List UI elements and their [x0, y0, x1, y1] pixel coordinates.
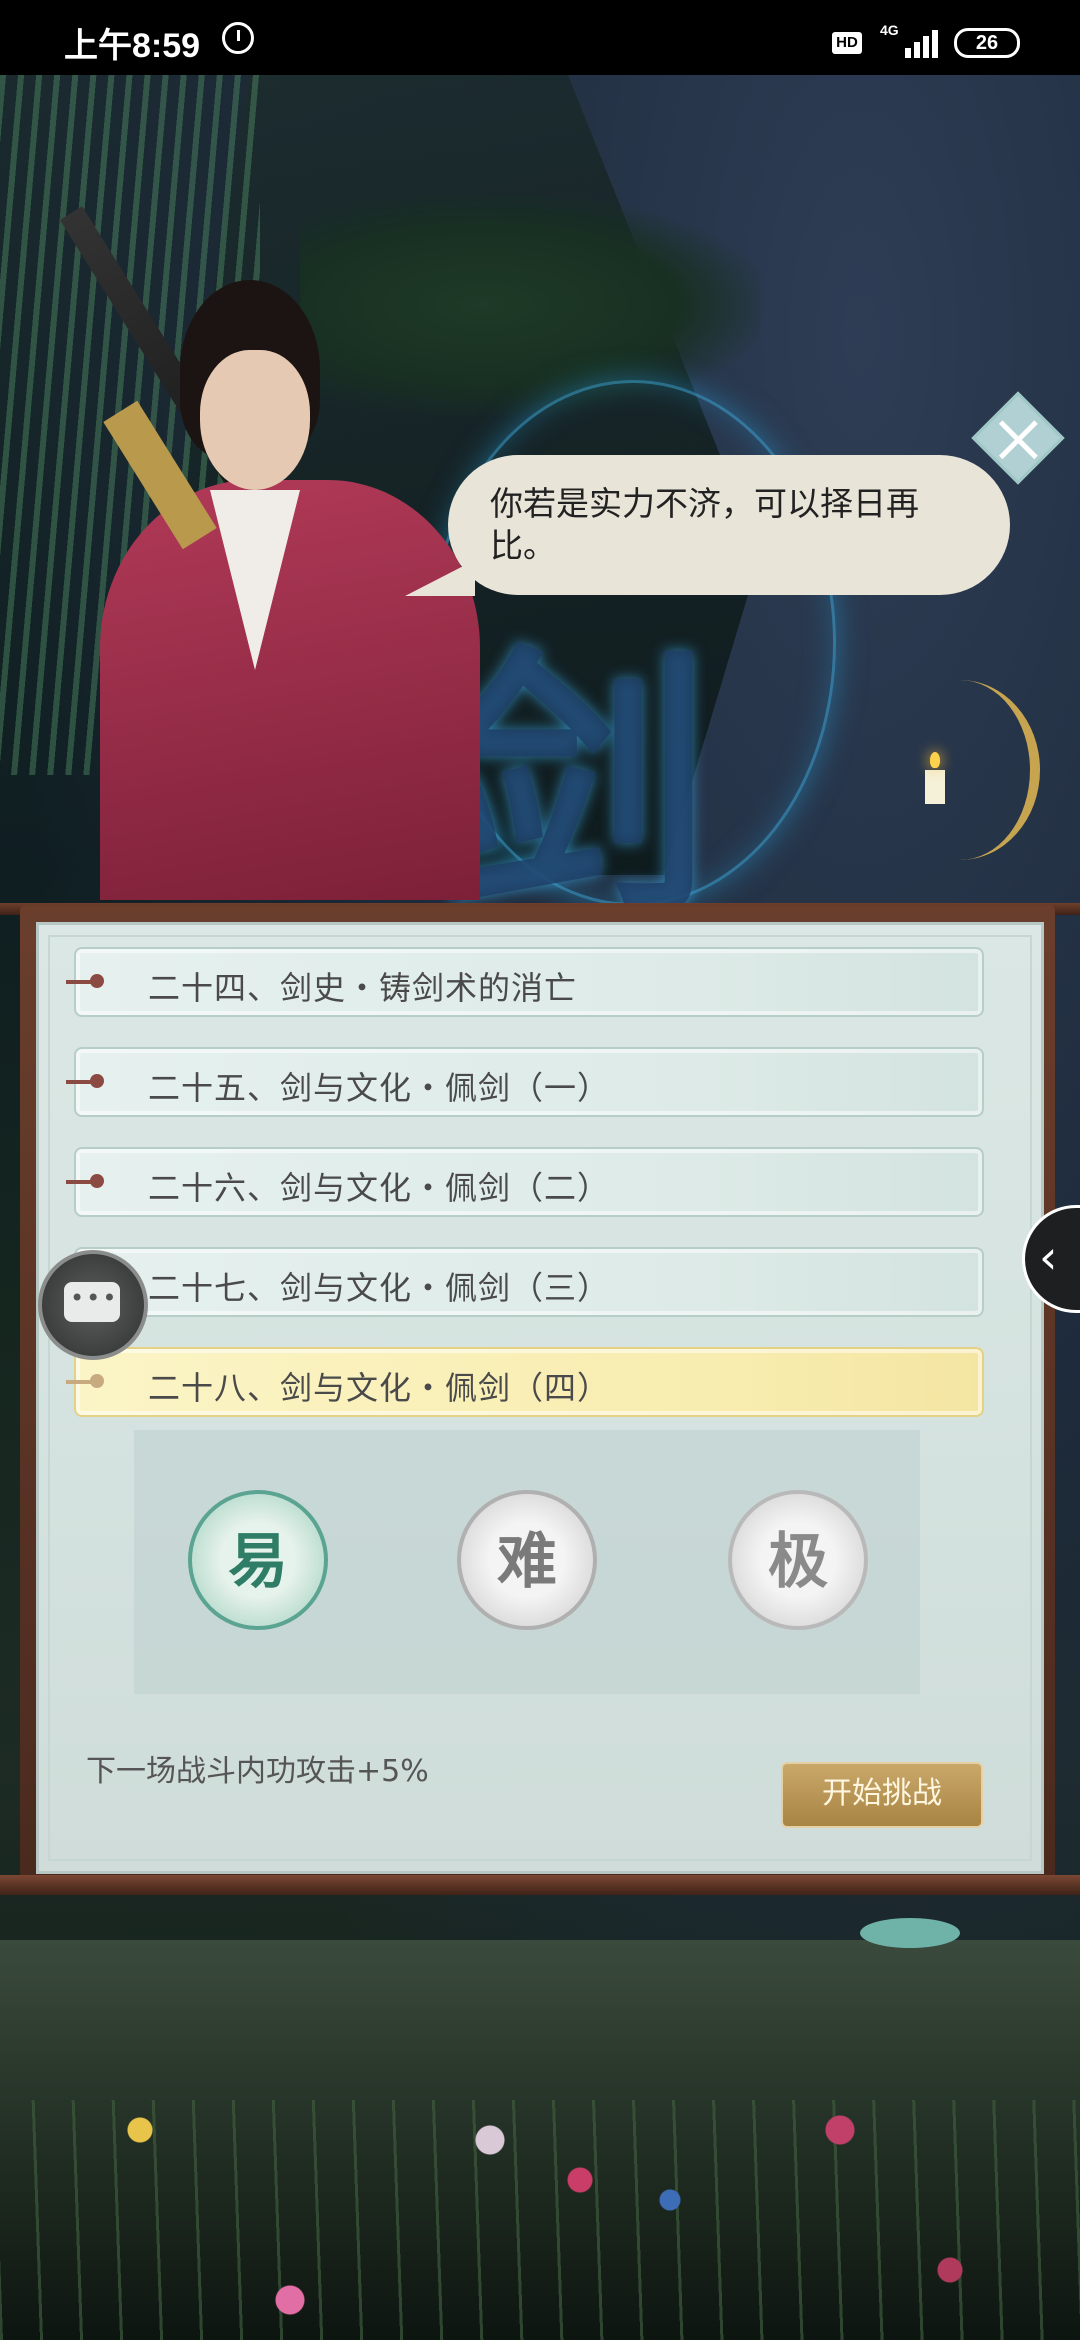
chapter-item-24[interactable]: 二十四、剑史・铸剑术的消亡 [66, 947, 984, 1017]
status-time: 上午8:59 [64, 27, 201, 65]
difficulty-hard-button[interactable]: 难 [457, 1490, 597, 1630]
start-challenge-button[interactable]: 开始挑战 [781, 1762, 983, 1828]
flower-bed [0, 2100, 1080, 2340]
chapter-pin-icon [66, 1074, 104, 1088]
chapter-pin-icon [66, 974, 104, 988]
battery-icon: 26 [954, 28, 1020, 58]
hd-badge: HD [832, 32, 862, 54]
network-type: 4G [880, 22, 899, 38]
buff-description: 下一场战斗内功攻击+5% [86, 1754, 429, 1789]
chapter-item-26[interactable]: 二十六、剑与文化・佩剑（二） [66, 1147, 984, 1217]
speech-bubble: 你若是实力不济，可以择日再比。 [448, 455, 1010, 595]
status-bar: 上午8:59 HD 4G 26 [0, 0, 1080, 75]
candle-icon [925, 752, 945, 804]
crescent-lamp-decoration [880, 680, 1040, 860]
chapter-label: 二十六、剑与文化・佩剑（二） [148, 1169, 611, 1207]
speech-text: 你若是实力不济，可以择日再比。 [490, 484, 919, 565]
chapter-pin-icon [66, 1174, 104, 1188]
npc-robe [100, 480, 480, 900]
lily-pad [860, 1918, 960, 1948]
chevron-left-icon: ‹ [1039, 1230, 1058, 1284]
chapter-item-28[interactable]: 二十八、剑与文化・佩剑（四） [66, 1347, 984, 1417]
chapter-label: 二十七、剑与文化・佩剑（三） [148, 1269, 611, 1307]
chapter-pin-icon [66, 1374, 104, 1388]
chapter-item-25[interactable]: 二十五、剑与文化・佩剑（一） [66, 1047, 984, 1117]
difficulty-easy-button[interactable]: 易 [188, 1490, 328, 1630]
npc-face [200, 350, 310, 490]
chapter-label: 二十四、剑史・铸剑术的消亡 [148, 969, 578, 1007]
chapter-item-27[interactable]: 二十七、剑与文化・佩剑（三） [66, 1247, 984, 1317]
signal-icon [905, 26, 945, 58]
chapter-label: 二十八、剑与文化・佩剑（四） [148, 1369, 611, 1407]
chat-bubble-icon [64, 1282, 120, 1322]
chapter-label: 二十五、剑与文化・佩剑（一） [148, 1069, 611, 1107]
alarm-icon [222, 22, 254, 54]
panel-bottom-rail [0, 1875, 1080, 1895]
difficulty-extreme-button[interactable]: 极 [728, 1490, 868, 1630]
chat-button[interactable] [38, 1250, 148, 1360]
